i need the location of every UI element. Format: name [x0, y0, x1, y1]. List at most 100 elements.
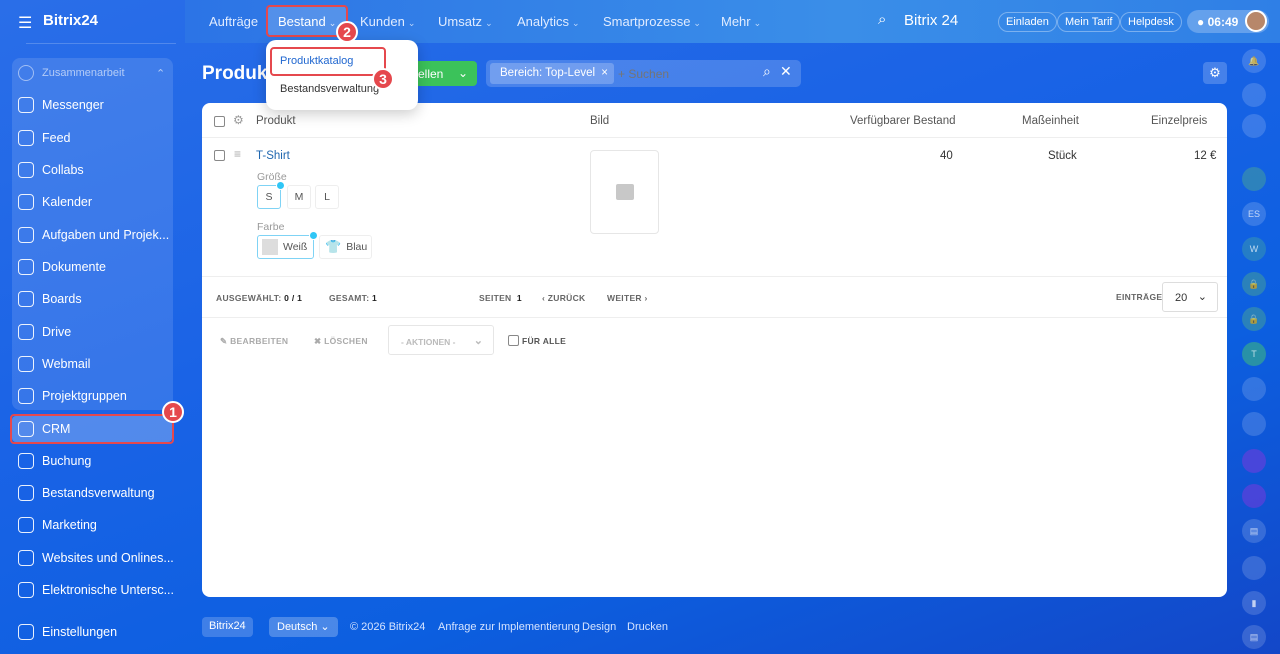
selected-count: AUSGEWÄHLT: 0 / 1 — [216, 293, 302, 303]
header-einzelpreis[interactable]: Einzelpreis — [1151, 115, 1207, 127]
product-image[interactable] — [590, 150, 659, 234]
size-option-m[interactable]: M — [287, 185, 311, 209]
gear-icon[interactable]: ⚙ — [233, 113, 244, 127]
sidebar-item-icon — [18, 227, 34, 243]
sidebar-item-label: Projektgruppen — [42, 389, 127, 403]
avatar-icon[interactable] — [1242, 412, 1266, 436]
annotation-badge: 2 — [336, 21, 358, 43]
clear-icon[interactable]: ✕ — [780, 63, 792, 80]
sidebar-item-icon — [18, 259, 34, 275]
product-grid: ⚙ Produkt Bild Verfügbarer Bestand Maßei… — [202, 103, 1227, 597]
sidebar-item-boards[interactable]: Boards — [18, 289, 82, 309]
size-option-l[interactable]: L — [315, 185, 339, 209]
lock-icon[interactable]: 🔒 — [1242, 307, 1266, 331]
menu-item-bestandsverwaltung[interactable]: Bestandsverwaltung — [280, 83, 379, 95]
sidebar-item-projektgruppen[interactable]: Projektgruppen — [18, 386, 127, 406]
group-avatar-icon[interactable] — [1242, 377, 1266, 401]
header-bestand[interactable]: Verfügbarer Bestand — [850, 115, 956, 127]
edit-button[interactable]: ✎ BEARBEITEN — [220, 336, 288, 347]
sidebar-item-aufgaben-und-projek[interactable]: Aufgaben und Projek... — [18, 225, 169, 245]
chat-w-icon[interactable]: W — [1242, 237, 1266, 261]
group-chat-icon[interactable] — [1242, 167, 1266, 191]
news-icon[interactable]: ▤ — [1242, 625, 1266, 649]
sidebar-item-icon — [18, 550, 34, 566]
sidebar-item-drive[interactable]: Drive — [18, 322, 71, 342]
tariff-button[interactable]: Mein Tarif — [1057, 12, 1121, 32]
language-select[interactable]: Deutsch ⌄ — [269, 617, 338, 637]
nav-auftraege[interactable]: Aufträge — [209, 14, 258, 29]
copilot-chat-icon[interactable] — [1242, 449, 1266, 473]
sidebar-item-webmail[interactable]: Webmail — [18, 354, 90, 374]
group-label: Zusammenarbeit — [42, 67, 125, 79]
search-input[interactable] — [618, 64, 758, 83]
search-icon[interactable]: ⌕ — [763, 63, 771, 80]
chat-es-icon[interactable]: ES — [1242, 202, 1266, 226]
robot-icon[interactable] — [1242, 556, 1266, 580]
menu-icon[interactable]: ☰ — [18, 13, 32, 33]
footer-link-print[interactable]: Drucken — [627, 621, 668, 633]
color-option-weiss[interactable]: Weiß — [257, 231, 318, 259]
chat-t-icon[interactable]: T — [1242, 342, 1266, 366]
prev-page-button[interactable]: ‹ ZURÜCK — [542, 293, 585, 303]
header-produkt[interactable]: Produkt — [256, 115, 296, 127]
filter-tag-label: Bereich: Top-Level — [500, 67, 596, 79]
header-masseinheit[interactable]: Maßeinheit — [1022, 115, 1079, 127]
brand-label: Bitrix 24 — [904, 12, 959, 29]
copilot-icon[interactable] — [1242, 83, 1266, 107]
footer-link-design[interactable]: Design — [582, 621, 616, 633]
label: AUSGEWÄHLT: — [216, 293, 282, 303]
sidebar-item-feed[interactable]: Feed — [18, 128, 71, 148]
sidebar-item-icon — [18, 356, 34, 372]
lock-icon[interactable]: 🔒 — [1242, 272, 1266, 296]
search-icon[interactable]: ⌕ — [878, 11, 886, 28]
color-option-blau[interactable]: 👕 Blau — [319, 235, 372, 259]
close-icon[interactable]: × — [601, 67, 608, 79]
sidebar-item-marketing[interactable]: Marketing — [18, 515, 97, 535]
sidebar-item-label: Webmail — [42, 357, 91, 371]
entries-select[interactable]: 20 ⌄ — [1162, 282, 1218, 312]
drag-handle-icon[interactable]: ≡ — [234, 147, 241, 161]
row-checkbox[interactable] — [214, 150, 225, 161]
sidebar-item-websites-und-onlines[interactable]: Websites und Onlines... — [18, 548, 174, 568]
price-value: 12 € — [1194, 150, 1217, 162]
message-icon[interactable]: ▤ — [1242, 519, 1266, 543]
for-all-checkbox[interactable] — [508, 335, 519, 346]
nav-smartprozesse[interactable]: Smartprozesse ⌄ — [603, 14, 701, 29]
filter-tag[interactable]: Bereich: Top-Level × — [490, 63, 614, 84]
settings-icon[interactable]: ⚙ — [1203, 62, 1227, 84]
sidebar-group-header[interactable]: Zusammenarbeit ⌃ — [18, 63, 165, 83]
sidebar-item-elektronische-untersc[interactable]: Elektronische Untersc... — [18, 580, 174, 600]
sidebar-item-dokumente[interactable]: Dokumente — [18, 257, 106, 277]
next-page-button[interactable]: WEITER › — [607, 293, 648, 303]
sidebar-item-messenger[interactable]: Messenger — [18, 95, 104, 115]
product-name-link[interactable]: T-Shirt — [256, 150, 290, 162]
value[interactable]: 1 — [517, 293, 522, 303]
sidebar-item-label: Feed — [42, 131, 71, 145]
actions-select[interactable]: - AKTIONEN - ⌄ — [388, 325, 494, 355]
nav-kunden[interactable]: Kunden ⌄ — [360, 14, 415, 29]
bookmark-icon[interactable]: ▮ — [1242, 591, 1266, 615]
sidebar-item-einstellungen[interactable]: Einstellungen — [18, 622, 117, 642]
chat-icon[interactable] — [1242, 114, 1266, 138]
avatar[interactable] — [1245, 10, 1267, 32]
select-all-checkbox[interactable] — [214, 116, 225, 127]
check-icon — [309, 231, 318, 240]
helpdesk-button[interactable]: Helpdesk — [1120, 12, 1182, 32]
bell-icon[interactable]: 🔔 — [1242, 49, 1266, 73]
sidebar-item-buchung[interactable]: Buchung — [18, 451, 91, 471]
nav-umsatz[interactable]: Umsatz ⌄ — [438, 14, 493, 29]
footer-link-implementation[interactable]: Anfrage zur Implementierung — [438, 621, 580, 633]
invite-button[interactable]: Einladen — [998, 12, 1057, 32]
copilot-chat-icon[interactable] — [1242, 484, 1266, 508]
sidebar-item-label: Elektronische Untersc... — [42, 583, 174, 597]
nav-analytics[interactable]: Analytics ⌄ — [517, 14, 580, 29]
delete-button[interactable]: ✖ LÖSCHEN — [314, 336, 368, 347]
sidebar-item-collabs[interactable]: Collabs — [18, 160, 84, 180]
sidebar-item-kalender[interactable]: Kalender — [18, 192, 92, 212]
entries-value: 20 — [1175, 292, 1188, 304]
sidebar-item-bestandsverwaltung[interactable]: Bestandsverwaltung — [18, 483, 155, 503]
nav-mehr[interactable]: Mehr ⌄ — [721, 14, 761, 29]
footer-brand[interactable]: Bitrix24 — [202, 617, 253, 637]
size-option-s[interactable]: S — [257, 181, 285, 209]
header-bild[interactable]: Bild — [590, 115, 609, 127]
